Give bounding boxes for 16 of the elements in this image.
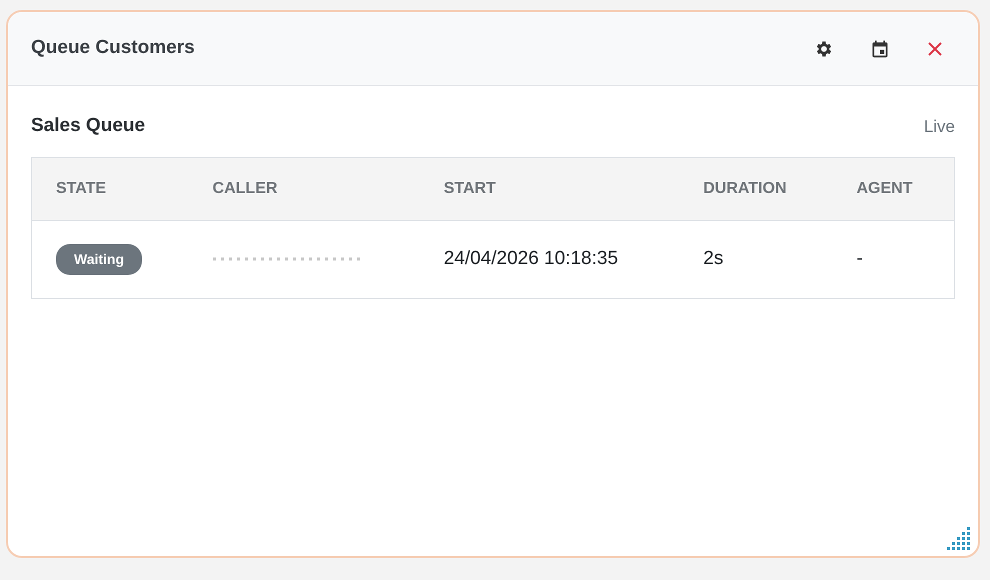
column-header: CALLER (188, 157, 420, 220)
close-icon (926, 40, 944, 58)
live-status: Live (924, 116, 955, 138)
column-header: STATE (32, 157, 189, 220)
start-time: 24/04/2026 10:18:35 (420, 220, 680, 298)
column-header: START (420, 157, 680, 220)
duration-value: 2s (679, 220, 832, 298)
resize-grip-icon[interactable] (946, 526, 972, 552)
gear-icon (814, 38, 834, 58)
column-header: DURATION (679, 157, 832, 220)
window-title: Queue Customers (31, 36, 195, 60)
agent-value: - (832, 220, 954, 298)
calendar-icon (870, 38, 890, 58)
column-header: AGENT (832, 157, 954, 220)
status-badge: Waiting (56, 244, 142, 274)
section-title: Sales Queue (31, 114, 146, 138)
